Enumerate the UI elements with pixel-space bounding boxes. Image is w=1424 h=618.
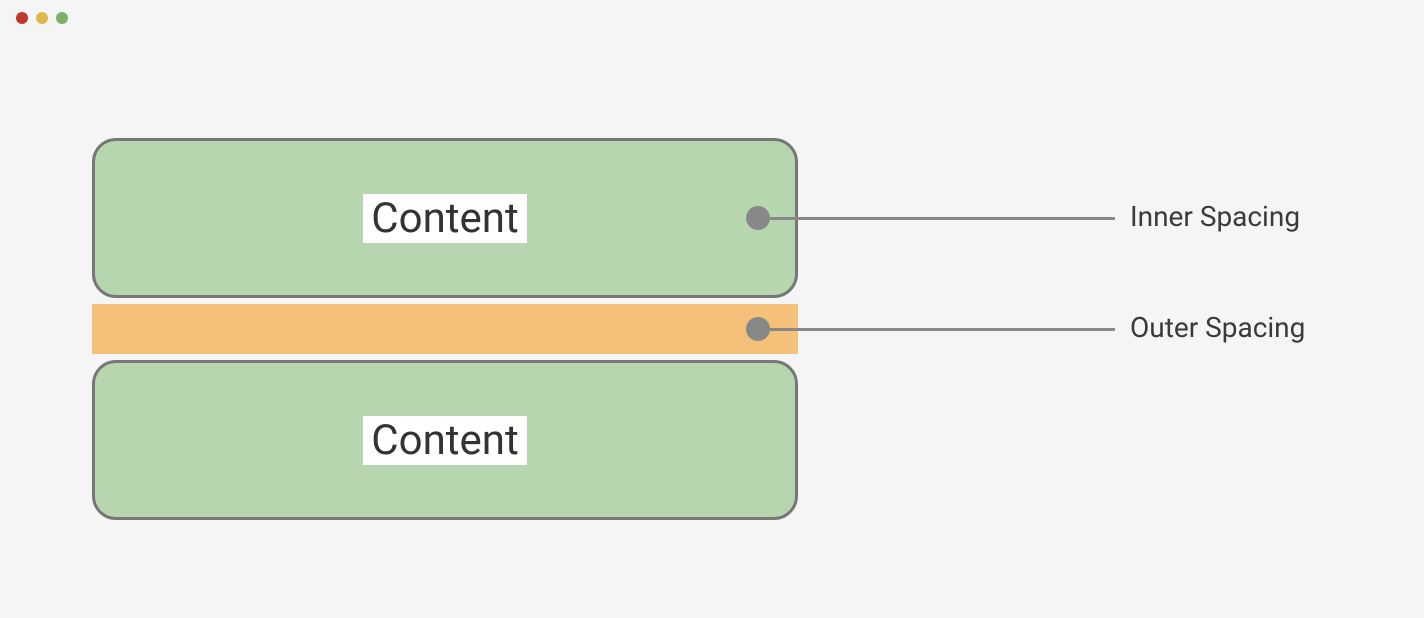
box-bottom-label: Content (363, 416, 526, 465)
diagram-canvas: Content Content Inner Spacing Outer Spac… (0, 36, 1424, 618)
inner-spacing-label: Inner Spacing (1130, 200, 1300, 233)
outer-spacing-leader (770, 328, 1115, 331)
minimize-icon[interactable] (36, 12, 48, 24)
box-top: Content (92, 138, 798, 298)
maximize-icon[interactable] (56, 12, 68, 24)
titlebar (0, 0, 1424, 36)
inner-spacing-leader (770, 217, 1115, 220)
inner-spacing-marker (746, 206, 770, 230)
outer-spacing-bar (92, 304, 798, 354)
app-window: Content Content Inner Spacing Outer Spac… (0, 0, 1424, 618)
outer-spacing-marker (746, 317, 770, 341)
close-icon[interactable] (16, 12, 28, 24)
outer-spacing-label: Outer Spacing (1130, 311, 1305, 344)
box-bottom: Content (92, 360, 798, 520)
box-top-label: Content (363, 194, 526, 243)
